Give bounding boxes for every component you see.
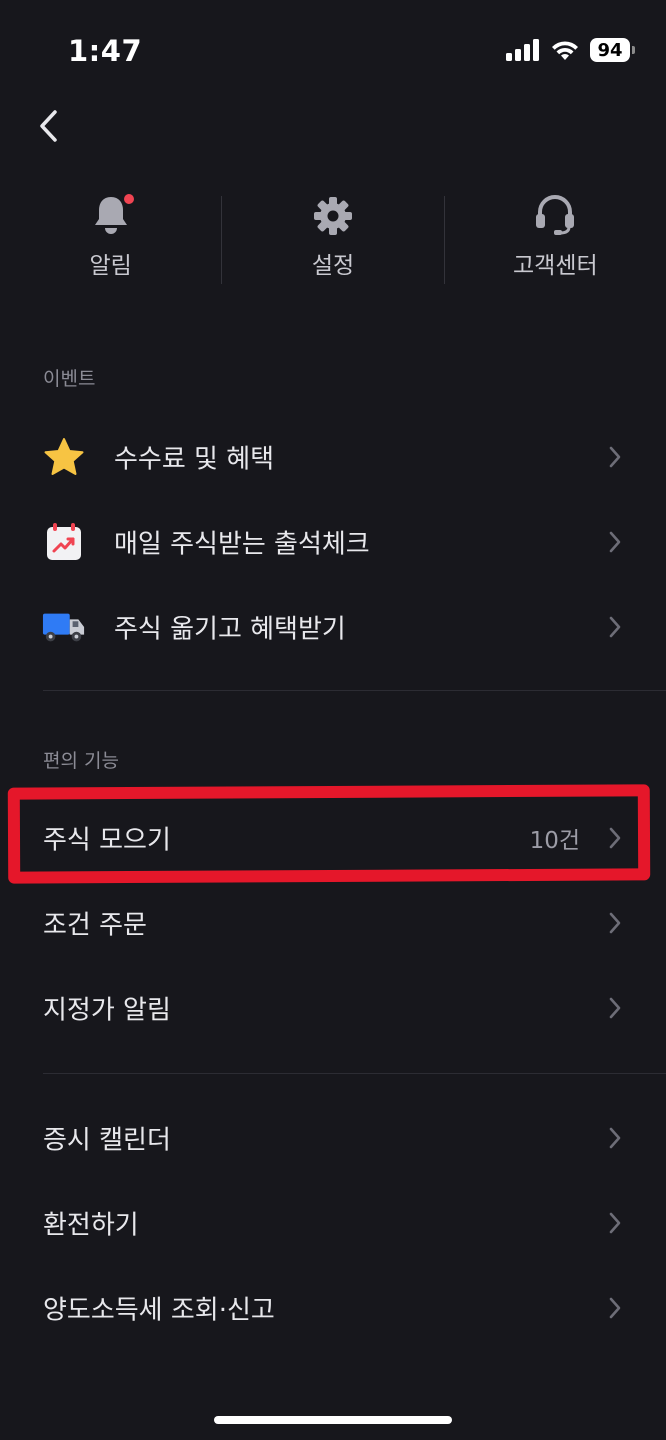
quick-action-label: 고객센터	[513, 253, 598, 279]
menu-item-count: 10건	[529, 828, 580, 854]
chevron-right-icon	[609, 616, 621, 638]
battery-level: 94	[597, 39, 623, 61]
chevron-left-icon	[40, 110, 57, 142]
gear-icon	[313, 190, 353, 236]
notifications-button[interactable]: 알림	[0, 190, 221, 286]
status-bar: 1:47 94	[0, 0, 666, 100]
menu-item-market-calendar[interactable]: 증시 캘린더	[0, 1096, 666, 1180]
menu-item-label: 매일 주식받는 출석체크	[114, 529, 370, 560]
quick-actions: 알림 설정 고객센터	[0, 190, 666, 286]
menu-item-price-alert[interactable]: 지정가 알림	[0, 966, 666, 1050]
battery-icon: 94	[590, 38, 635, 62]
chevron-right-icon	[609, 446, 621, 468]
menu-item-label: 양도소득세 조회·신고	[43, 1295, 275, 1326]
wifi-icon	[552, 41, 578, 60]
menu-item-label: 지정가 알림	[43, 995, 171, 1026]
menu-item-label: 환전하기	[43, 1210, 139, 1241]
customer-center-button[interactable]: 고객센터	[445, 190, 666, 286]
back-button[interactable]	[26, 104, 70, 148]
chevron-right-icon	[609, 997, 621, 1019]
bell-icon	[92, 190, 134, 236]
headset-icon	[533, 190, 577, 236]
chevron-right-icon	[609, 912, 621, 934]
menu-item-label: 수수료 및 혜택	[114, 444, 275, 475]
menu-item-attendance-check[interactable]: 매일 주식받는 출석체크	[0, 500, 666, 584]
menu-item-currency-exchange[interactable]: 환전하기	[0, 1181, 666, 1265]
notification-badge	[123, 194, 134, 204]
menu-item-label: 주식 옮기고 혜택받기	[114, 614, 346, 645]
menu-item-capital-gains-tax[interactable]: 양도소득세 조회·신고	[0, 1266, 666, 1350]
signal-icon	[506, 39, 539, 61]
menu-item-label: 조건 주문	[43, 910, 147, 941]
menu-item-transfer-stocks[interactable]: 주식 옮기고 혜택받기	[0, 585, 666, 669]
calendar-chart-icon	[42, 520, 86, 564]
menu-item-label: 주식 모으기	[43, 825, 171, 856]
menu-item-label: 증시 캘린더	[43, 1125, 171, 1156]
chevron-right-icon	[609, 827, 621, 849]
section-title-events: 이벤트	[43, 368, 96, 390]
chevron-right-icon	[609, 1127, 621, 1149]
home-indicator[interactable]	[214, 1416, 452, 1424]
star-icon	[42, 435, 86, 479]
chevron-right-icon	[609, 1297, 621, 1319]
menu-item-conditional-order[interactable]: 조건 주문	[0, 881, 666, 965]
status-icons: 94	[506, 38, 635, 62]
section-title-convenience: 편의 기능	[43, 750, 119, 772]
section-divider	[43, 1073, 666, 1074]
section-divider	[43, 690, 666, 691]
chevron-right-icon	[609, 531, 621, 553]
status-time: 1:47	[68, 34, 143, 68]
menu-item-stock-collect[interactable]: 주식 모으기 10건	[0, 796, 666, 880]
quick-action-label: 알림	[89, 253, 132, 279]
chevron-right-icon	[609, 1212, 621, 1234]
menu-item-fees-benefits[interactable]: 수수료 및 혜택	[0, 415, 666, 499]
quick-action-label: 설정	[311, 253, 355, 279]
truck-icon	[42, 605, 86, 649]
settings-button[interactable]: 설정	[222, 190, 443, 286]
